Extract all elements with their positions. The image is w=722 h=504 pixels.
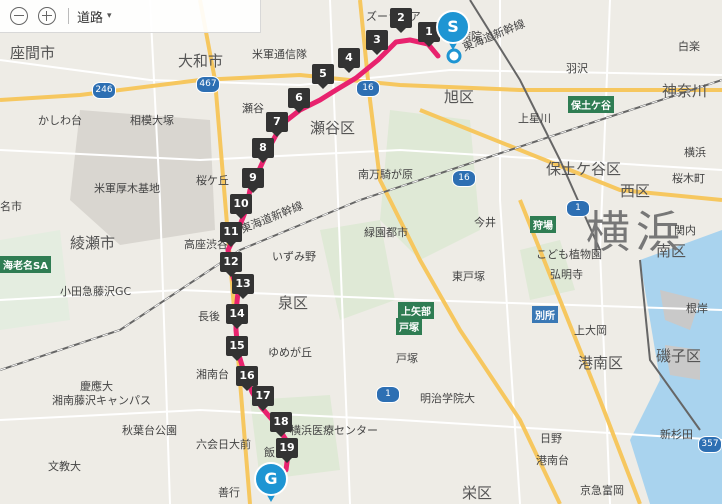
- route-marker-2[interactable]: 2: [390, 8, 412, 33]
- toolbar-divider: [68, 8, 69, 24]
- label-kyuko: 京急富岡: [580, 484, 624, 497]
- label-partial-city: 名市: [0, 200, 22, 213]
- route-marker-15[interactable]: 15: [226, 336, 248, 361]
- label-hodogaya-ku: 保土ケ谷区: [546, 160, 622, 178]
- route-marker-14[interactable]: 14: [226, 304, 248, 329]
- route-shield-1b: 1: [376, 386, 400, 403]
- map-mode-label: 道路: [77, 10, 104, 26]
- label-kodomo: こども植物園: [536, 248, 602, 261]
- route-marker-6[interactable]: 6: [288, 88, 310, 113]
- label-sakuragicho: 桜木町: [672, 172, 705, 185]
- label-konan-ku: 港南区: [578, 354, 624, 372]
- label-yokohama-station: 横浜: [684, 146, 706, 159]
- station-hodogaya: 保土ケ谷: [568, 96, 614, 113]
- label-ayase: 綾瀬市: [70, 234, 116, 252]
- route-shield-357: 357: [698, 436, 722, 453]
- station-ebina-sa: 海老名SA: [0, 256, 51, 273]
- label-totsuka: 戸塚: [396, 352, 418, 365]
- label-meiji: 明治学院大: [420, 392, 475, 405]
- label-asahi-ku: 旭区: [444, 88, 475, 106]
- route-shield-1a: 1: [566, 200, 590, 217]
- route-marker-3[interactable]: 3: [366, 30, 388, 55]
- label-beigun: 米軍厚木基地: [94, 182, 160, 195]
- label-hino: 日野: [540, 432, 562, 445]
- label-bunkyo: 文教大: [48, 460, 81, 473]
- label-sakuragaoka: 桜ケ丘: [196, 174, 229, 187]
- label-kome-tsushin: 米軍通信隊: [252, 48, 307, 61]
- zoom-out-icon[interactable]: [10, 7, 28, 25]
- label-kannai: 関内: [674, 224, 696, 237]
- label-izumino: いずみ野: [272, 250, 316, 263]
- route-shield-467: 467: [196, 76, 220, 93]
- route-shield-246: 246: [92, 82, 116, 99]
- label-yamato: 大和市: [178, 52, 224, 70]
- route-marker-9[interactable]: 9: [242, 168, 264, 193]
- route-marker-13[interactable]: 13: [232, 274, 254, 299]
- label-ryokuen: 緑園都市: [364, 226, 408, 239]
- label-kamihoshikawa: 上星川: [518, 112, 551, 125]
- label-higashi-totsuka: 東戸塚: [452, 270, 485, 283]
- label-akiba: 秋葉台公園: [122, 424, 177, 437]
- map-toolbar: 道路 ▾: [0, 0, 261, 33]
- label-hakuraku: 白楽: [678, 40, 700, 53]
- label-shonandai: 湘南台: [196, 368, 229, 381]
- label-shinsugita: 新杉田: [660, 428, 693, 441]
- label-kashiwadai: かしわ台: [38, 114, 82, 127]
- label-zenko: 善行: [218, 486, 240, 499]
- station-bessho: 別所: [532, 306, 558, 323]
- goal-pin[interactable]: G: [254, 462, 288, 504]
- label-imai: 今井: [474, 216, 496, 229]
- route-marker-10[interactable]: 10: [230, 194, 252, 219]
- label-sakae-ku: 栄区: [462, 484, 493, 502]
- station-totsuka: 戸塚: [396, 318, 422, 335]
- label-isogo-ku: 磯子区: [656, 347, 702, 365]
- route-marker-11[interactable]: 11: [220, 222, 242, 247]
- station-kariba: 狩場: [530, 216, 556, 233]
- label-yumegaoka: ゆめが丘: [268, 346, 312, 359]
- label-negishi: 根岸: [686, 302, 708, 315]
- route-marker-19[interactable]: 19: [276, 438, 298, 463]
- station-kamiyabe: 上矢部: [398, 302, 434, 319]
- label-keio-campus: 湘南藤沢キャンパス: [52, 394, 151, 407]
- map-mode-dropdown[interactable]: 道路 ▾: [77, 7, 112, 26]
- label-gumyoji: 弘明寺: [550, 268, 583, 281]
- route-shield-16b: 16: [452, 170, 476, 187]
- route-marker-7[interactable]: 7: [266, 112, 288, 137]
- map-canvas[interactable]: 座間市 大和市 綾瀬市 瀬谷区 泉区 栄区 旭区 保土ケ谷区 西区 南区 港南区…: [0, 0, 722, 504]
- start-location-dot: [446, 48, 462, 64]
- label-nagago: 長後: [198, 310, 220, 323]
- label-odakyu-gc: 小田急藤沢GC: [60, 285, 132, 298]
- route-marker-5[interactable]: 5: [312, 64, 334, 89]
- label-zama: 座間市: [10, 44, 56, 62]
- route-marker-8[interactable]: 8: [252, 138, 274, 163]
- label-kanagawa-ku: 神奈川: [662, 82, 708, 100]
- label-iryo: 横浜医療センター: [290, 424, 378, 437]
- label-kamiooka: 上大岡: [574, 324, 607, 337]
- route-marker-18[interactable]: 18: [270, 412, 292, 437]
- route-marker-12[interactable]: 12: [220, 252, 242, 277]
- label-izumi-ku: 泉区: [278, 294, 309, 312]
- label-sagamiodsuka: 相模大塚: [130, 114, 174, 127]
- label-rokkaiya: 六会日大前: [196, 438, 251, 451]
- label-minamimakigahara: 南万騎が原: [358, 168, 413, 181]
- zoom-in-icon[interactable]: [38, 7, 56, 25]
- label-hazawa: 羽沢: [566, 62, 588, 75]
- route-marker-4[interactable]: 4: [338, 48, 360, 73]
- label-seya: 瀬谷: [242, 102, 264, 115]
- chevron-down-icon: ▾: [107, 11, 112, 21]
- label-konandai: 港南台: [536, 454, 569, 467]
- route-marker-17[interactable]: 17: [252, 386, 274, 411]
- label-seya-ku: 瀬谷区: [310, 119, 356, 137]
- route-shield-16a: 16: [356, 80, 380, 97]
